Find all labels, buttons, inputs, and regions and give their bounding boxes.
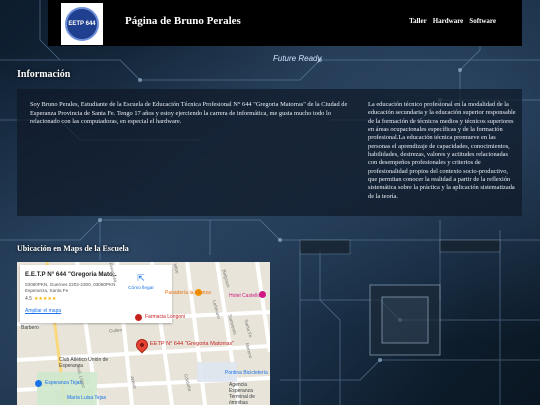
place-address: 03080PKN, Guernes 2202-2300, 03080PKN Es… [25, 282, 116, 293]
school-logo: EETP 644 [61, 3, 103, 45]
nav-link-hardware[interactable]: Hardware [433, 17, 464, 25]
directions-label: Cómo llegar [128, 286, 154, 291]
place-name: E.E.T.P N° 644 "Gregoria Mato... [25, 271, 117, 278]
about-text: Soy Bruno Perales, Estudiante de la Escu… [30, 101, 348, 126]
map-poi-club[interactable]: Club Atlético Unión de Esperanza [59, 357, 111, 369]
map-poi-hotel[interactable]: Hotel Castellon [229, 293, 263, 299]
embedded-map[interactable]: E.E.T.P N° 644 "Gregoria Mato... 03080PK… [17, 262, 270, 405]
map-poi-pontina[interactable]: Pontina Bicicletería [225, 370, 268, 376]
info-heading: Información [17, 69, 71, 80]
map-poi-panaderia[interactable]: Panadería la Alianza [165, 290, 211, 296]
site-header: EETP 644 Página de Bruno Perales Taller … [48, 0, 522, 46]
logo-emblem: EETP 644 [65, 7, 99, 41]
map-poi-farmacia[interactable]: Farmacia Longoni [145, 314, 185, 320]
pin-label[interactable]: EETP N° 644 "Gregoria Matorras" [150, 341, 234, 347]
larger-map-link[interactable]: Ampliar el mapa [25, 308, 61, 314]
rating-stars: ★★★★★ [33, 296, 57, 302]
map-heading: Ubicación en Maps de la Escuela [17, 244, 129, 253]
map-poi-esperanza-tejas[interactable]: Esperanza Tejas [45, 380, 82, 386]
directions-arrow-icon: ⇱ [137, 273, 145, 283]
directions-button[interactable]: ⇱ Cómo llegar [121, 273, 161, 291]
info-panel: Soy Bruno Perales, Estudiante de la Escu… [17, 89, 522, 216]
map-poi-barbero[interactable]: Barbero [21, 325, 39, 331]
nav-link-software[interactable]: Software [469, 17, 496, 25]
nav-link-taller[interactable]: Taller [409, 17, 427, 25]
place-rating: 4.5 ★★★★★ [25, 296, 56, 302]
pharmacy-icon[interactable] [135, 314, 142, 321]
page-title: Página de Bruno Perales [125, 15, 241, 27]
rating-value: 4.5 [25, 296, 32, 302]
main-nav: Taller Hardware Software [409, 17, 496, 25]
tile-shop-icon[interactable] [35, 380, 42, 387]
education-text: La educación técnico profesional en la m… [368, 101, 516, 200]
map-poi-agencia[interactable]: Agencia Esperanza Terminal de ómnibus [229, 382, 270, 405]
map-poi-maria-luisa[interactable]: María Luisa Tejas [67, 395, 106, 401]
future-ready-banner: Future Ready [273, 54, 322, 63]
